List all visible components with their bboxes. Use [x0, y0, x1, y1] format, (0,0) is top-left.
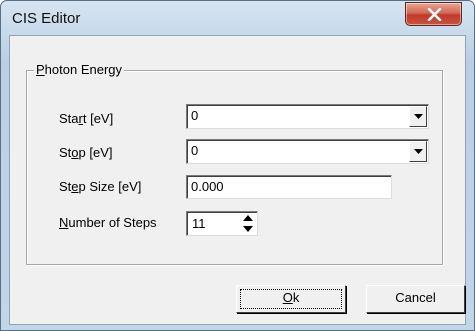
- spin-down-icon[interactable]: [241, 224, 255, 233]
- close-icon: [427, 8, 442, 21]
- stop-combobox[interactable]: 0: [186, 139, 429, 164]
- chevron-down-icon: [414, 149, 423, 154]
- start-dropdown-button[interactable]: [409, 106, 427, 127]
- window-title: CIS Editor: [12, 10, 81, 27]
- spin-up-icon[interactable]: [241, 214, 255, 223]
- step-size-input[interactable]: 0.000: [186, 175, 392, 199]
- spinner-arrows[interactable]: [241, 214, 255, 233]
- title-bar[interactable]: CIS Editor: [1, 1, 474, 34]
- stop-label: Stop [eV]: [59, 145, 113, 160]
- number-of-steps-value: 11: [192, 216, 206, 231]
- stop-value: 0: [191, 143, 199, 158]
- group-label-photon-energy: Photon Energy: [34, 62, 125, 78]
- stop-dropdown-button[interactable]: [409, 141, 427, 162]
- step-size-value: 0.000: [191, 179, 224, 194]
- number-of-steps-label: Number of Steps: [59, 215, 157, 230]
- focus-rectangle: [240, 289, 342, 309]
- close-button[interactable]: [405, 2, 462, 26]
- chevron-down-icon: [414, 114, 423, 119]
- start-combobox[interactable]: 0: [186, 104, 429, 129]
- start-value: 0: [191, 108, 199, 123]
- start-label: Start [eV]: [59, 111, 114, 126]
- number-of-steps-spinner[interactable]: 11: [186, 211, 258, 236]
- cancel-button[interactable]: Cancel: [366, 285, 465, 313]
- step-size-label: Step Size [eV]: [59, 179, 142, 194]
- ok-button[interactable]: Ok: [236, 285, 346, 313]
